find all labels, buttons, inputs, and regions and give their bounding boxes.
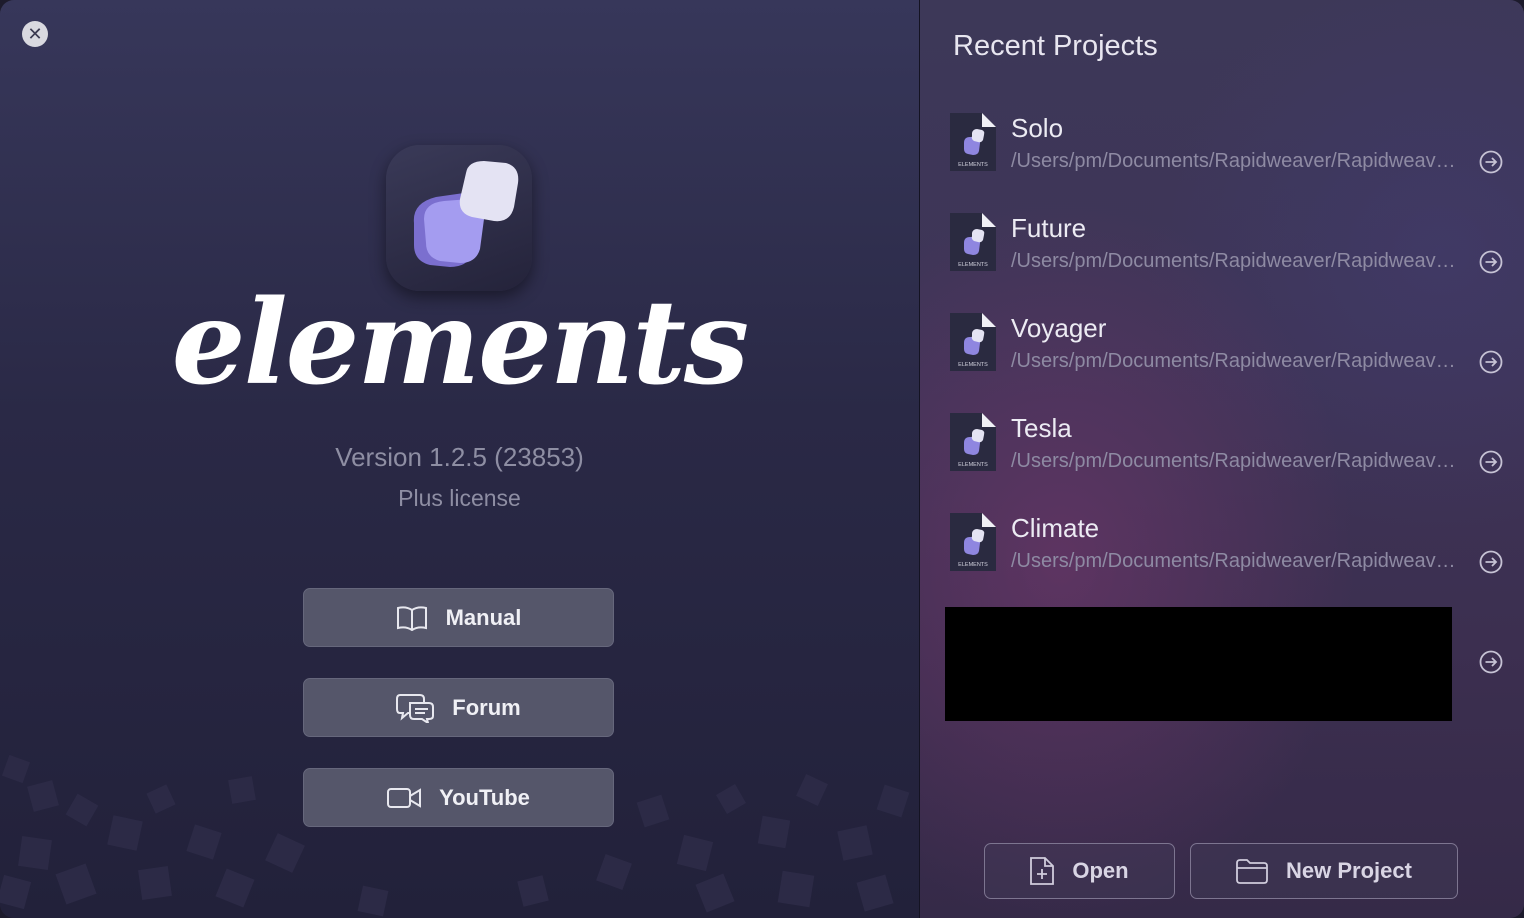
project-path: /Users/pm/Documents/Rapidweaver/Rapidwea… xyxy=(1011,350,1461,372)
open-arrow-icon[interactable] xyxy=(1479,450,1503,474)
project-name: Climate xyxy=(1011,513,1100,543)
project-name: Tesla xyxy=(1011,413,1072,443)
open-arrow-icon[interactable] xyxy=(1479,150,1503,174)
recent-project-row[interactable]: ELEMENTS Climate /Users/pm/Documents/Rap… xyxy=(946,513,1516,593)
recent-project-row[interactable]: ELEMENTS Future /Users/pm/Documents/Rapi… xyxy=(946,213,1516,293)
forum-button[interactable]: Forum xyxy=(303,678,614,737)
project-path: /Users/pm/Documents/Rapidweaver/Rapidwea… xyxy=(1011,150,1461,172)
manual-button[interactable]: Manual xyxy=(303,588,614,647)
manual-label: Manual xyxy=(445,604,522,630)
license-label: Plus license xyxy=(398,485,521,511)
open-arrow-icon[interactable] xyxy=(1479,350,1503,374)
recent-project-row[interactable]: ELEMENTS Tesla /Users/pm/Documents/Rapid… xyxy=(946,413,1516,493)
add-document-icon xyxy=(1030,857,1055,885)
app-wordmark: elements xyxy=(171,275,749,411)
chat-bubbles-icon xyxy=(396,693,435,723)
youtube-label: YouTube xyxy=(439,784,530,810)
new-project-label: New Project xyxy=(1286,858,1412,883)
open-arrow-icon[interactable] xyxy=(1479,550,1503,574)
youtube-button[interactable]: YouTube xyxy=(303,768,614,827)
elements-document-icon: ELEMENTS xyxy=(950,213,996,271)
project-path: /Users/pm/Documents/Rapidweaver/Rapidwea… xyxy=(1011,550,1461,572)
welcome-window: ✕ elements Version 1.2.5 (23853) Plus li… xyxy=(0,0,1524,918)
svg-text:ELEMENTS: ELEMENTS xyxy=(958,462,988,468)
elements-document-icon: ELEMENTS xyxy=(950,513,996,571)
open-arrow-icon[interactable] xyxy=(1479,650,1503,674)
recent-projects-title: Recent Projects xyxy=(953,30,1158,62)
open-arrow-icon[interactable] xyxy=(1479,250,1503,274)
elements-app-icon xyxy=(386,145,532,291)
open-label: Open xyxy=(1072,858,1129,883)
elements-document-icon: ELEMENTS xyxy=(950,413,996,471)
project-path: /Users/pm/Documents/Rapidweaver/Rapidwea… xyxy=(1011,450,1461,472)
project-name: Voyager xyxy=(1011,313,1107,343)
redacted-project-row xyxy=(945,607,1452,721)
project-path: /Users/pm/Documents/Rapidweaver/Rapidwea… xyxy=(1011,250,1461,272)
folder-icon xyxy=(1236,859,1268,884)
book-icon xyxy=(396,605,427,631)
forum-label: Forum xyxy=(452,694,521,720)
svg-text:ELEMENTS: ELEMENTS xyxy=(958,562,988,568)
project-name: Future xyxy=(1011,213,1087,243)
recent-project-row[interactable]: ELEMENTS Solo /Users/pm/Documents/Rapidw… xyxy=(946,113,1516,193)
recent-project-row[interactable]: ELEMENTS Voyager /Users/pm/Documents/Rap… xyxy=(946,313,1516,393)
close-button[interactable]: ✕ xyxy=(22,21,48,47)
open-button[interactable]: Open xyxy=(984,843,1175,899)
svg-text:ELEMENTS: ELEMENTS xyxy=(958,162,988,168)
svg-text:ELEMENTS: ELEMENTS xyxy=(958,362,988,368)
version-label: Version 1.2.5 (23853) xyxy=(335,442,584,472)
welcome-panel: ✕ elements Version 1.2.5 (23853) Plus li… xyxy=(0,0,919,918)
project-name: Solo xyxy=(1011,113,1064,143)
video-camera-icon xyxy=(387,787,422,808)
elements-document-icon: ELEMENTS xyxy=(950,313,996,371)
recent-projects-panel: Recent Projects ELEMENTS Solo /Users/pm/… xyxy=(920,0,1524,918)
new-project-button[interactable]: New Project xyxy=(1190,843,1458,899)
elements-document-icon: ELEMENTS xyxy=(950,113,996,171)
svg-text:ELEMENTS: ELEMENTS xyxy=(958,262,988,268)
